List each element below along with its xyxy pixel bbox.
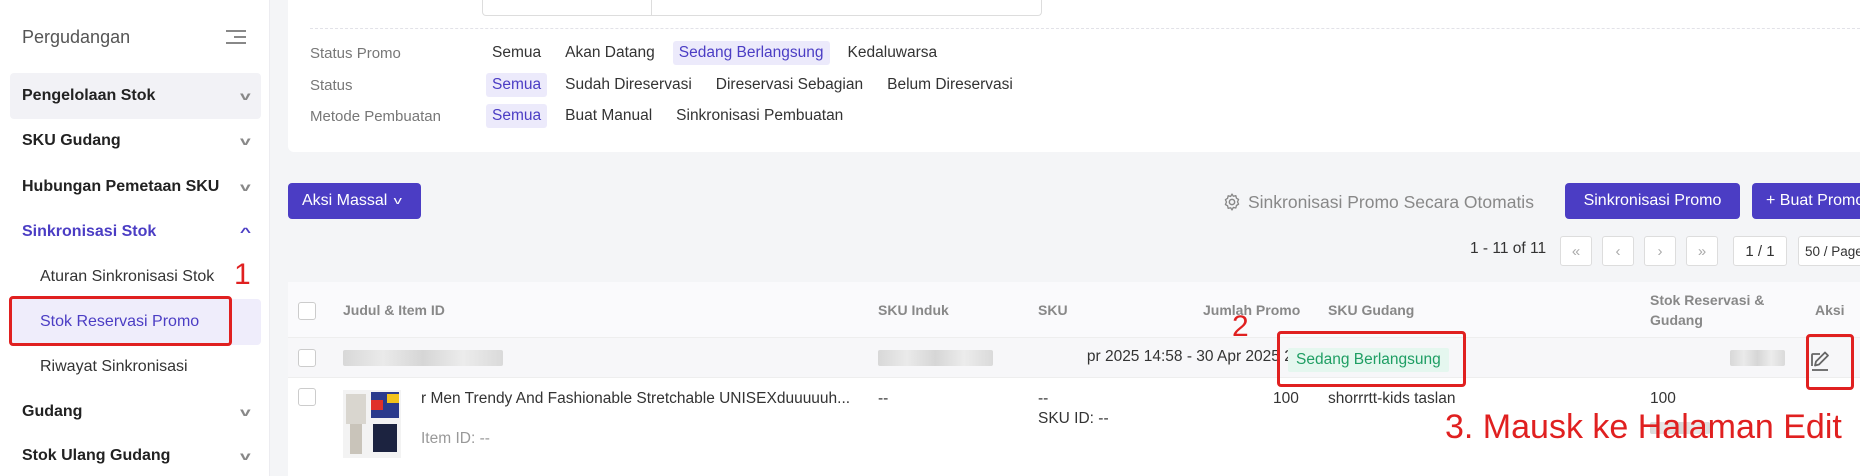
sidebar-item-label: SKU Gudang [22, 132, 121, 149]
sidebar: Pergudangan Pengelolaan Stok v SKU Gudan… [0, 0, 270, 476]
chevron-down-icon: v [240, 89, 252, 103]
chevron-down-icon: v [240, 449, 252, 463]
chevron-up-icon: ^ [239, 225, 252, 239]
blurred-title [343, 350, 503, 366]
sidebar-item-label: Gudang [22, 403, 83, 420]
filter-panel: Status Promo Semua Akan Datang Sedang Be… [288, 0, 1860, 152]
page-input[interactable]: 1 / 1 [1733, 236, 1787, 266]
filter-option[interactable]: Sinkronisasi Pembuatan [670, 104, 849, 128]
sidebar-header: Pergudangan [22, 24, 246, 50]
prev-page-icon[interactable]: ‹ [1602, 236, 1634, 266]
pagination-info: 1 - 11 of 11 [1470, 240, 1547, 257]
sidebar-subitem-aturan-sinkronisasi[interactable]: Aturan Sinkronisasi Stok [10, 254, 261, 300]
promo-qty: 100 [1273, 390, 1299, 407]
sidebar-subitem-label: Riwayat Sinkronisasi [40, 358, 188, 375]
sidebar-item-label: Hubungan Pemetaan SKU [22, 178, 220, 195]
blurred-reserved [1730, 350, 1785, 366]
filter-row-method: Metode Pembuatan Semua Buat Manual Sinkr… [310, 103, 861, 129]
auto-sync-link[interactable]: Sinkronisasi Promo Secara Otomatis [1222, 190, 1534, 214]
chevron-down-icon: v [240, 180, 252, 194]
filter-option[interactable]: Sudah Direservasi [559, 73, 698, 97]
filter-option-selected[interactable]: Semua [486, 104, 548, 128]
column-header-reserved-stock: Stok Reservasi & Gudang [1650, 292, 1765, 328]
chevron-down-icon: v [240, 134, 252, 148]
auto-sync-label: Sinkronisasi Promo Secara Otomatis [1248, 191, 1534, 212]
create-promo-label: + Buat Promo [1766, 192, 1860, 209]
page-size-select[interactable]: 50 / Page [1798, 236, 1860, 266]
sku-id: SKU ID: -- [1038, 410, 1109, 427]
chevron-down-icon: v [240, 405, 252, 419]
row-checkbox[interactable] [298, 388, 316, 406]
filter-label: Status Promo [310, 44, 401, 62]
filter-option[interactable]: Belum Direservasi [881, 73, 1019, 97]
edit-icon[interactable] [1808, 350, 1832, 374]
sync-promo-button[interactable]: Sinkronisasi Promo [1565, 183, 1740, 219]
sidebar-title: Pergudangan [22, 26, 131, 47]
column-header-sku: SKU [1038, 302, 1068, 318]
sidebar-item-label: Sinkronisasi Stok [22, 223, 157, 240]
warehouse-sku: shorrrtt-kids taslan [1328, 390, 1456, 407]
item-id: Item ID: -- [421, 430, 490, 447]
product-title[interactable]: r Men Trendy And Fashionable Stretchable… [421, 390, 851, 408]
column-header-warehouse-sku: SKU Gudang [1328, 302, 1415, 318]
filter-option[interactable]: Buat Manual [559, 104, 658, 128]
parent-sku: -- [878, 390, 889, 407]
row-checkbox[interactable] [298, 349, 316, 367]
filter-option-selected[interactable]: Sedang Berlangsung [672, 41, 830, 65]
divider [310, 28, 1860, 29]
filter-row-promo-status: Status Promo Semua Akan Datang Sedang Be… [310, 40, 955, 66]
sku: -- [1038, 390, 1049, 407]
annotation-step-3: 3. Mausk ke Halaman Edit [1445, 408, 1842, 446]
sidebar-item-gudang[interactable]: Gudang v [10, 389, 261, 435]
filter-row-status: Status Semua Sudah Direservasi Direserva… [310, 72, 1031, 98]
sidebar-subitem-label: Stok Reservasi Promo [40, 313, 200, 330]
filter-option-selected[interactable]: Semua [486, 73, 548, 97]
column-header-promo-qty: Jumlah Promo [1203, 302, 1301, 318]
status-badge: Sedang Berlangsung [1288, 348, 1449, 372]
last-page-icon[interactable]: » [1686, 236, 1718, 266]
collapse-menu-icon[interactable] [226, 27, 246, 47]
filter-label: Status [310, 76, 353, 94]
first-page-icon[interactable]: « [1560, 236, 1592, 266]
sync-promo-label: Sinkronisasi Promo [1583, 192, 1722, 209]
filter-option[interactable]: Semua [486, 41, 547, 65]
search-inputs[interactable] [482, 0, 1042, 16]
sidebar-item-label: Pengelolaan Stok [22, 87, 156, 104]
sidebar-subitem-riwayat-sinkronisasi[interactable]: Riwayat Sinkronisasi [10, 344, 261, 390]
bulk-action-label: Aksi Massal [302, 192, 388, 209]
promo-period: pr 2025 14:58 - 30 Apr 2025 20:00 [1086, 348, 1323, 365]
sidebar-item-sinkronisasi-stok[interactable]: Sinkronisasi Stok ^ [10, 209, 261, 255]
product-thumbnail [343, 390, 401, 458]
filter-option[interactable]: Akan Datang [559, 41, 661, 65]
sidebar-subitem-stok-reservasi-promo[interactable]: Stok Reservasi Promo [10, 299, 261, 345]
annotation-step-2: 2 [1232, 310, 1249, 343]
sidebar-item-pengelolaan-stok[interactable]: Pengelolaan Stok v [10, 73, 261, 119]
filter-label: Metode Pembuatan [310, 107, 441, 125]
filter-option[interactable]: Kedaluwarsa [842, 41, 944, 65]
gear-icon [1224, 193, 1240, 211]
sidebar-item-hubungan-pemetaan-sku[interactable]: Hubungan Pemetaan SKU v [10, 164, 261, 210]
column-header-action: Aksi [1815, 302, 1845, 318]
next-page-icon[interactable]: › [1644, 236, 1676, 266]
filter-option[interactable]: Direservasi Sebagian [710, 73, 869, 97]
column-header-title: Judul & Item ID [343, 302, 445, 318]
create-promo-button[interactable]: + Buat Promo [1752, 183, 1860, 219]
table-row: pr 2025 14:58 - 30 Apr 2025 20:00 Sedang… [288, 338, 1860, 378]
annotation-step-1: 1 [234, 258, 251, 291]
sidebar-item-sku-gudang[interactable]: SKU Gudang v [10, 118, 261, 164]
chevron-down-icon: v [393, 195, 403, 207]
table-header: Judul & Item ID SKU Induk SKU Jumlah Pro… [288, 282, 1860, 338]
select-all-checkbox[interactable] [298, 302, 316, 320]
column-header-parent-sku: SKU Induk [878, 302, 949, 318]
bulk-action-button[interactable]: Aksi Massal v [288, 183, 421, 219]
sidebar-subitem-label: Aturan Sinkronisasi Stok [40, 268, 215, 285]
blurred-parent-sku [878, 350, 993, 366]
reserved-stock: 100 [1650, 390, 1676, 407]
sidebar-item-stok-ulang-gudang[interactable]: Stok Ulang Gudang v [10, 433, 261, 476]
sidebar-item-label: Stok Ulang Gudang [22, 447, 171, 464]
